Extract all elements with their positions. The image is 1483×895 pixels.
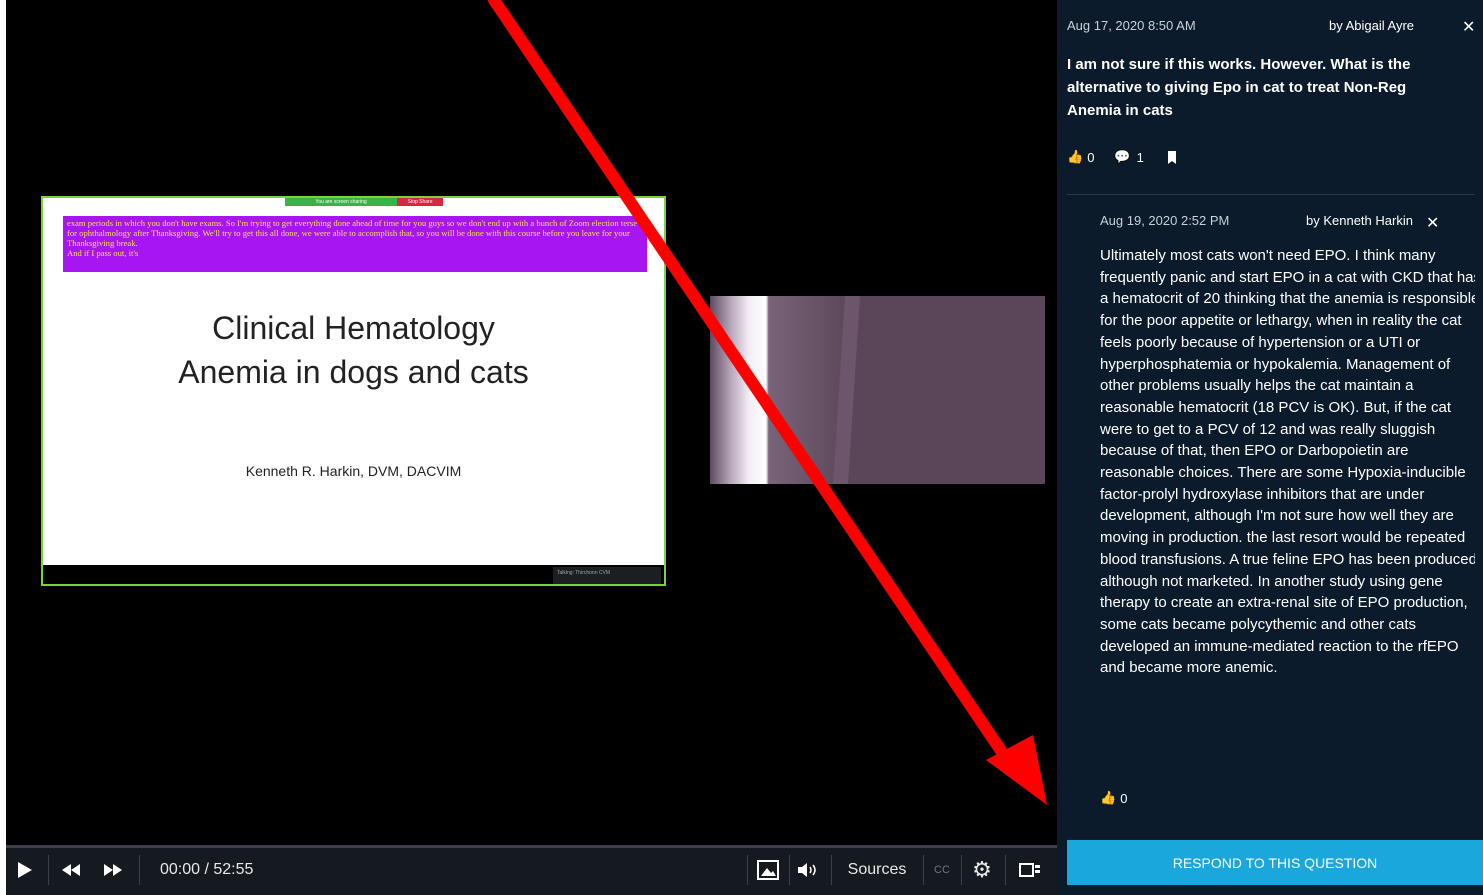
question-date: Aug 17, 2020 8:50 AM xyxy=(1067,18,1196,33)
fast-forward-icon xyxy=(104,864,122,876)
close-icon[interactable]: ✕ xyxy=(1426,213,1439,233)
scrollbar[interactable] xyxy=(1475,0,1483,830)
thumbs-up-icon[interactable]: 👍 xyxy=(1067,149,1083,165)
rewind-icon xyxy=(62,864,80,876)
question-comment-count: 1 xyxy=(1136,149,1144,165)
picture-icon xyxy=(757,860,779,880)
player-controls: 00:00 / 52:55 Sources CC ⚙ xyxy=(6,845,1057,895)
gear-icon: ⚙ xyxy=(972,857,992,882)
settings-button[interactable]: ⚙ xyxy=(967,845,997,895)
answer-date: Aug 19, 2020 2:52 PM xyxy=(1100,213,1230,228)
sources-button[interactable]: Sources xyxy=(837,845,917,895)
question-like-count: 0 xyxy=(1087,149,1095,165)
question-author: by Abigail Ayre xyxy=(1329,18,1415,33)
close-icon[interactable]: ✕ xyxy=(1462,17,1475,37)
answer-like-count: 0 xyxy=(1120,790,1128,806)
volume-button[interactable] xyxy=(794,845,824,895)
video-stage[interactable]: You are screen sharing Stop Share exam p… xyxy=(6,0,1057,845)
closed-captions-button[interactable]: CC xyxy=(929,845,955,895)
bookmark-icon[interactable] xyxy=(1167,150,1176,164)
picture-in-picture-button[interactable] xyxy=(753,845,783,895)
play-icon xyxy=(18,862,32,878)
answer-text: Ultimately most cats won't need EPO. I t… xyxy=(1100,247,1482,677)
layout-button[interactable] xyxy=(1012,845,1048,895)
question-text: I am not sure if this works. However. Wh… xyxy=(1067,56,1411,119)
answer-author: by Kenneth Harkin xyxy=(1306,213,1413,228)
red-arrow-annotation xyxy=(488,0,1047,805)
volume-icon xyxy=(798,863,816,877)
rewind-button[interactable] xyxy=(58,845,84,895)
thumbs-up-icon[interactable]: 👍 xyxy=(1100,790,1116,806)
fast-forward-button[interactable] xyxy=(100,845,126,895)
respond-button[interactable]: RESPOND TO THIS QUESTION xyxy=(1067,840,1483,885)
qa-sidebar: Aug 17, 2020 8:50 AM by Abigail Ayre ✕ I… xyxy=(1057,0,1483,895)
question-actions: 👍 0 💬 1 xyxy=(1067,149,1176,165)
layout-icon xyxy=(1019,863,1040,877)
time-display: 00:00 / 52:55 xyxy=(160,861,254,878)
divider xyxy=(1067,194,1477,195)
play-button[interactable] xyxy=(10,845,40,895)
comment-icon[interactable]: 💬 xyxy=(1114,149,1130,165)
answer-actions: 👍 0 xyxy=(1100,790,1127,806)
